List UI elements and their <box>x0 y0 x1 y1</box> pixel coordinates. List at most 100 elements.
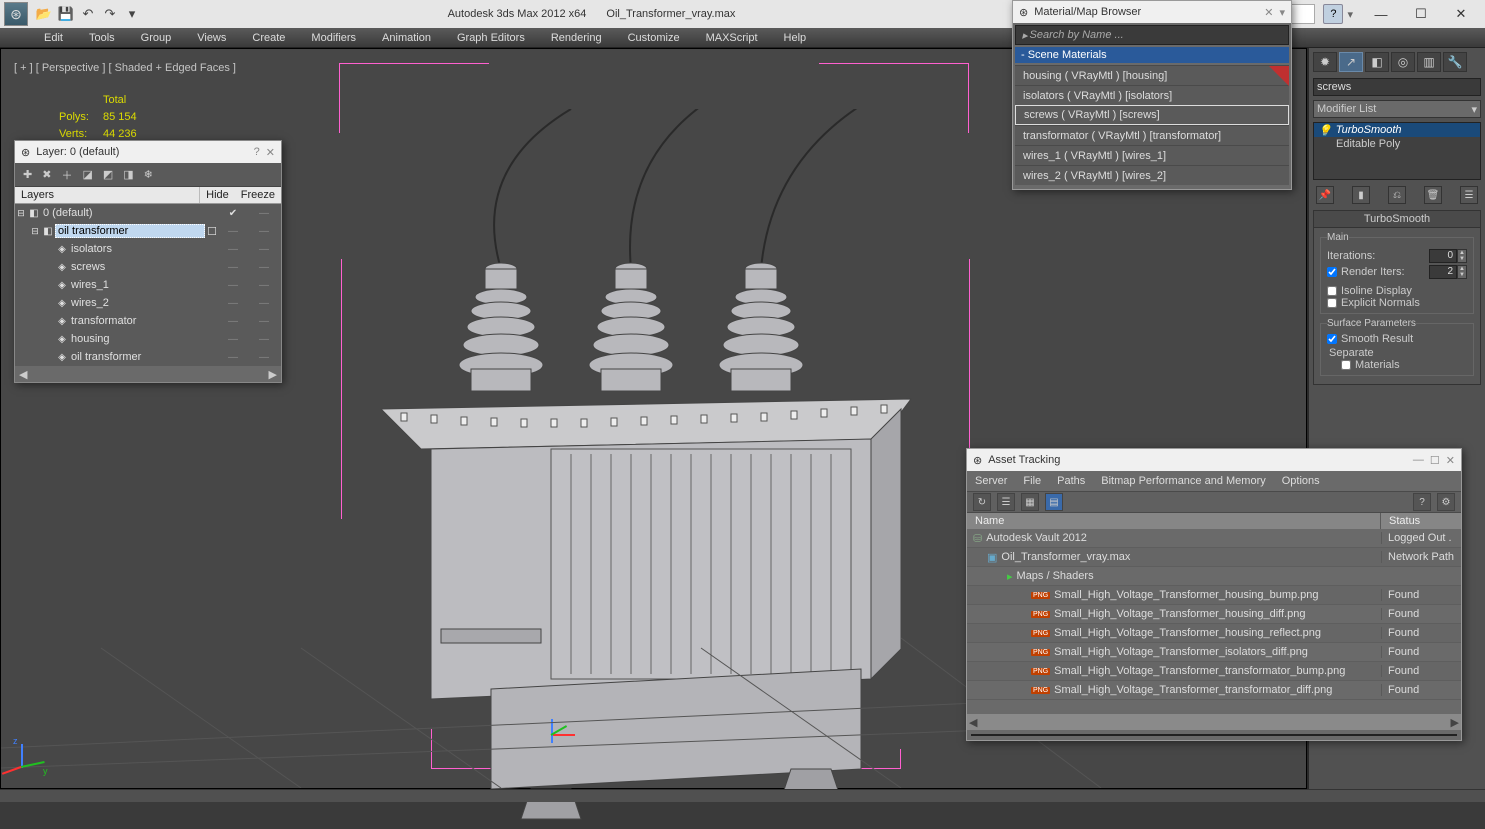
pin-stack-icon[interactable]: 📌 <box>1316 186 1334 204</box>
close-icon[interactable]: ✕ <box>1264 6 1273 19</box>
viewport-label[interactable]: [ + ] [ Perspective ] [ Shaded + Edged F… <box>14 62 236 74</box>
layer-row[interactable]: ◈screws—— <box>15 258 281 276</box>
menu-group[interactable]: Group <box>141 32 172 44</box>
col-name[interactable]: Name <box>967 513 1381 529</box>
menu-animation[interactable]: Animation <box>382 32 431 44</box>
refresh-icon[interactable]: ↻ <box>973 493 991 511</box>
menu-edit[interactable]: Edit <box>44 32 63 44</box>
material-item[interactable]: isolators ( VRayMtl ) [isolators] <box>1015 85 1289 105</box>
col-hide[interactable]: Hide <box>200 187 235 203</box>
open-icon[interactable]: 📂 <box>36 6 52 22</box>
material-item[interactable]: screws ( VRayMtl ) [screws] <box>1015 105 1289 125</box>
menu-customize[interactable]: Customize <box>628 32 680 44</box>
make-unique-icon[interactable]: ⎌ <box>1388 186 1406 204</box>
help-icon[interactable]: ? <box>1413 493 1431 511</box>
menu-file[interactable]: File <box>1023 475 1041 487</box>
material-search-input[interactable]: Search by Name ... <box>1015 25 1289 45</box>
freeze-unfreeze-icon[interactable]: ❄ <box>144 168 153 181</box>
add-selection-icon[interactable]: ＋ <box>61 167 72 183</box>
object-name-input[interactable] <box>1313 78 1481 96</box>
save-icon[interactable]: 💾 <box>58 6 74 22</box>
menu-create[interactable]: Create <box>252 32 285 44</box>
app-logo[interactable]: ⊛ <box>4 2 28 26</box>
menu-rendering[interactable]: Rendering <box>551 32 602 44</box>
material-item[interactable]: housing ( VRayMtl ) [housing] <box>1015 65 1289 85</box>
layer-row[interactable]: ◈isolators—— <box>15 240 281 258</box>
material-item[interactable]: wires_2 ( VRayMtl ) [wires_2] <box>1015 165 1289 185</box>
maximize-icon[interactable]: ☐ <box>1430 454 1440 467</box>
rollout-title[interactable]: TurboSmooth <box>1364 213 1430 225</box>
render-iters-checkbox[interactable] <box>1327 267 1337 277</box>
menu-tools[interactable]: Tools <box>89 32 115 44</box>
asset-row[interactable]: PNG Small_High_Voltage_Transformer_housi… <box>967 624 1461 643</box>
redo-icon[interactable]: ↷ <box>102 6 118 22</box>
menu-graph-editors[interactable]: Graph Editors <box>457 32 525 44</box>
menu-maxscript[interactable]: MAXScript <box>706 32 758 44</box>
layer-row[interactable]: ◈wires_1—— <box>15 276 281 294</box>
menu-server[interactable]: Server <box>975 475 1007 487</box>
explicit-normals-checkbox[interactable] <box>1327 298 1337 308</box>
maximize-button[interactable]: ☐ <box>1401 0 1441 28</box>
layer-row[interactable]: ⊟◧0 (default)✔— <box>15 204 281 222</box>
layer-row[interactable]: ⊟◧oil transformer☐—— <box>15 222 281 240</box>
undo-icon[interactable]: ↶ <box>80 6 96 22</box>
render-iters-spinner[interactable]: 2▲▼ <box>1429 265 1467 279</box>
tab-create-icon[interactable]: ✹ <box>1313 52 1337 72</box>
material-item[interactable]: transformator ( VRayMtl ) [transformator… <box>1015 125 1289 145</box>
options-icon[interactable]: ⚙ <box>1437 493 1455 511</box>
asset-row[interactable]: ▸ Maps / Shaders <box>967 567 1461 586</box>
close-icon[interactable]: ✕ <box>266 146 275 159</box>
scroll-right-icon[interactable]: ▶ <box>269 368 277 381</box>
modifier-list-combo[interactable]: Modifier List▾ <box>1313 100 1481 118</box>
layer-row[interactable]: ◈transformator—— <box>15 312 281 330</box>
new-layer-icon[interactable]: ✚ <box>23 168 32 181</box>
show-end-result-icon[interactable]: ▮ <box>1352 186 1370 204</box>
menu-views[interactable]: Views <box>197 32 226 44</box>
minimize-button[interactable]: — <box>1361 0 1401 28</box>
menu-options[interactable]: Options <box>1282 475 1320 487</box>
scroll-left-icon[interactable]: ◀ <box>19 368 27 381</box>
options-dropdown-icon[interactable]: ▾ <box>1279 6 1285 19</box>
menu-modifiers[interactable]: Modifiers <box>311 32 356 44</box>
layer-row[interactable]: ◈housing—— <box>15 330 281 348</box>
asset-row[interactable]: PNG Small_High_Voltage_Transformer_isola… <box>967 643 1461 662</box>
tab-hierarchy-icon[interactable]: ◧ <box>1365 52 1389 72</box>
menu-help[interactable]: Help <box>784 32 807 44</box>
tab-display-icon[interactable]: ▥ <box>1417 52 1441 72</box>
asset-row[interactable]: ▣ Oil_Transformer_vray.maxNetwork Path <box>967 548 1461 567</box>
help-icon[interactable]: ? <box>254 146 260 158</box>
tab-utilities-icon[interactable]: 🔧 <box>1443 52 1467 72</box>
col-layers[interactable]: Layers <box>15 187 200 203</box>
asset-row[interactable]: ⛁ Autodesk Vault 2012Logged Out . <box>967 529 1461 548</box>
iterations-spinner[interactable]: 0▲▼ <box>1429 249 1467 263</box>
modifier-stack[interactable]: 💡TurboSmooth Editable Poly <box>1313 122 1481 180</box>
tab-modify-icon[interactable]: ↗ <box>1339 52 1363 72</box>
help-dropdown-icon[interactable]: ▾ <box>1347 8 1353 21</box>
horizontal-scrollbar[interactable]: ◀▶ <box>967 714 1461 730</box>
delete-layer-icon[interactable]: ✖ <box>42 168 51 181</box>
configure-sets-icon[interactable]: ☰ <box>1460 186 1478 204</box>
material-category[interactable]: - Scene Materials <box>1015 47 1289 63</box>
asset-row[interactable]: PNG Small_High_Voltage_Transformer_trans… <box>967 681 1461 700</box>
smooth-result-checkbox[interactable] <box>1327 334 1337 344</box>
asset-row[interactable]: PNG Small_High_Voltage_Transformer_housi… <box>967 586 1461 605</box>
hide-unhide-icon[interactable]: ◨ <box>123 168 133 181</box>
qat-dropdown-icon[interactable]: ▾ <box>124 6 140 22</box>
remove-modifier-icon[interactable]: 🗑 <box>1424 186 1442 204</box>
menu-bitmap-perf[interactable]: Bitmap Performance and Memory <box>1101 475 1265 487</box>
stack-item-turbosmooth[interactable]: 💡TurboSmooth <box>1314 123 1480 137</box>
minimize-icon[interactable]: — <box>1413 454 1424 466</box>
list-view-icon[interactable]: ▤ <box>1045 493 1063 511</box>
close-icon[interactable]: ✕ <box>1446 454 1455 467</box>
close-button[interactable]: ✕ <box>1441 0 1481 28</box>
asset-row[interactable]: PNG Small_High_Voltage_Transformer_trans… <box>967 662 1461 681</box>
help-icon[interactable]: ? <box>1323 4 1343 24</box>
materials-checkbox[interactable] <box>1341 360 1351 370</box>
layer-row[interactable]: ◈wires_2—— <box>15 294 281 312</box>
col-status[interactable]: Status <box>1381 513 1461 529</box>
stack-item-editable-poly[interactable]: Editable Poly <box>1314 137 1480 151</box>
tab-motion-icon[interactable]: ◎ <box>1391 52 1415 72</box>
select-highlighted-icon[interactable]: ◪ <box>82 168 92 181</box>
material-item[interactable]: wires_1 ( VRayMtl ) [wires_1] <box>1015 145 1289 165</box>
asset-row[interactable]: PNG Small_High_Voltage_Transformer_housi… <box>967 605 1461 624</box>
